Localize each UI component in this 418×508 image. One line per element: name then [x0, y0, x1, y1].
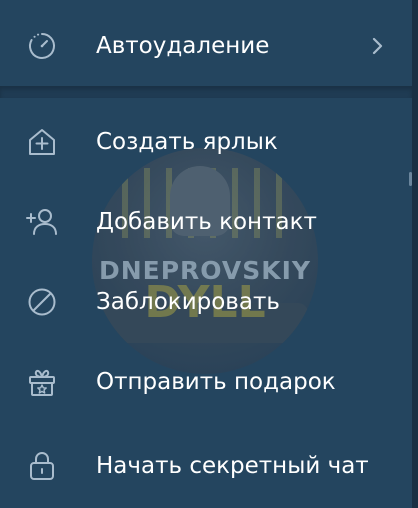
menu-item-label: Создать ярлык [96, 129, 278, 155]
menu-item-create-shortcut[interactable]: Создать ярлык [0, 112, 412, 172]
panel-edge [412, 0, 418, 508]
timer-auto-delete-icon [26, 30, 58, 62]
block-icon [26, 286, 58, 318]
gift-icon [26, 366, 58, 398]
menu-item-label: Добавить контакт [96, 209, 317, 235]
home-add-icon [26, 126, 58, 158]
menu-item-auto-delete[interactable]: Автоудаление [0, 16, 412, 76]
lock-icon [26, 450, 58, 482]
channel-avatar-watermark: DNEPROVSKIY DYLL [92, 148, 318, 374]
add-user-icon [26, 206, 58, 238]
menu-item-send-gift[interactable]: Отправить подарок [0, 352, 412, 412]
menu-item-label: Начать секретный чат [96, 453, 369, 479]
menu-item-add-contact[interactable]: Добавить контакт [0, 192, 412, 252]
section-divider [0, 86, 412, 98]
menu-item-start-secret-chat[interactable]: Начать секретный чат [0, 436, 412, 496]
context-menu: DNEPROVSKIY DYLL Автоудаление Создать яр… [0, 0, 418, 508]
menu-item-label: Заблокировать [96, 289, 280, 315]
menu-item-label: Отправить подарок [96, 369, 336, 395]
menu-item-label: Автоудаление [96, 33, 270, 59]
menu-item-block[interactable]: Заблокировать [0, 272, 412, 332]
scrollbar-thumb[interactable] [409, 172, 412, 186]
chevron-right-icon [370, 36, 384, 56]
